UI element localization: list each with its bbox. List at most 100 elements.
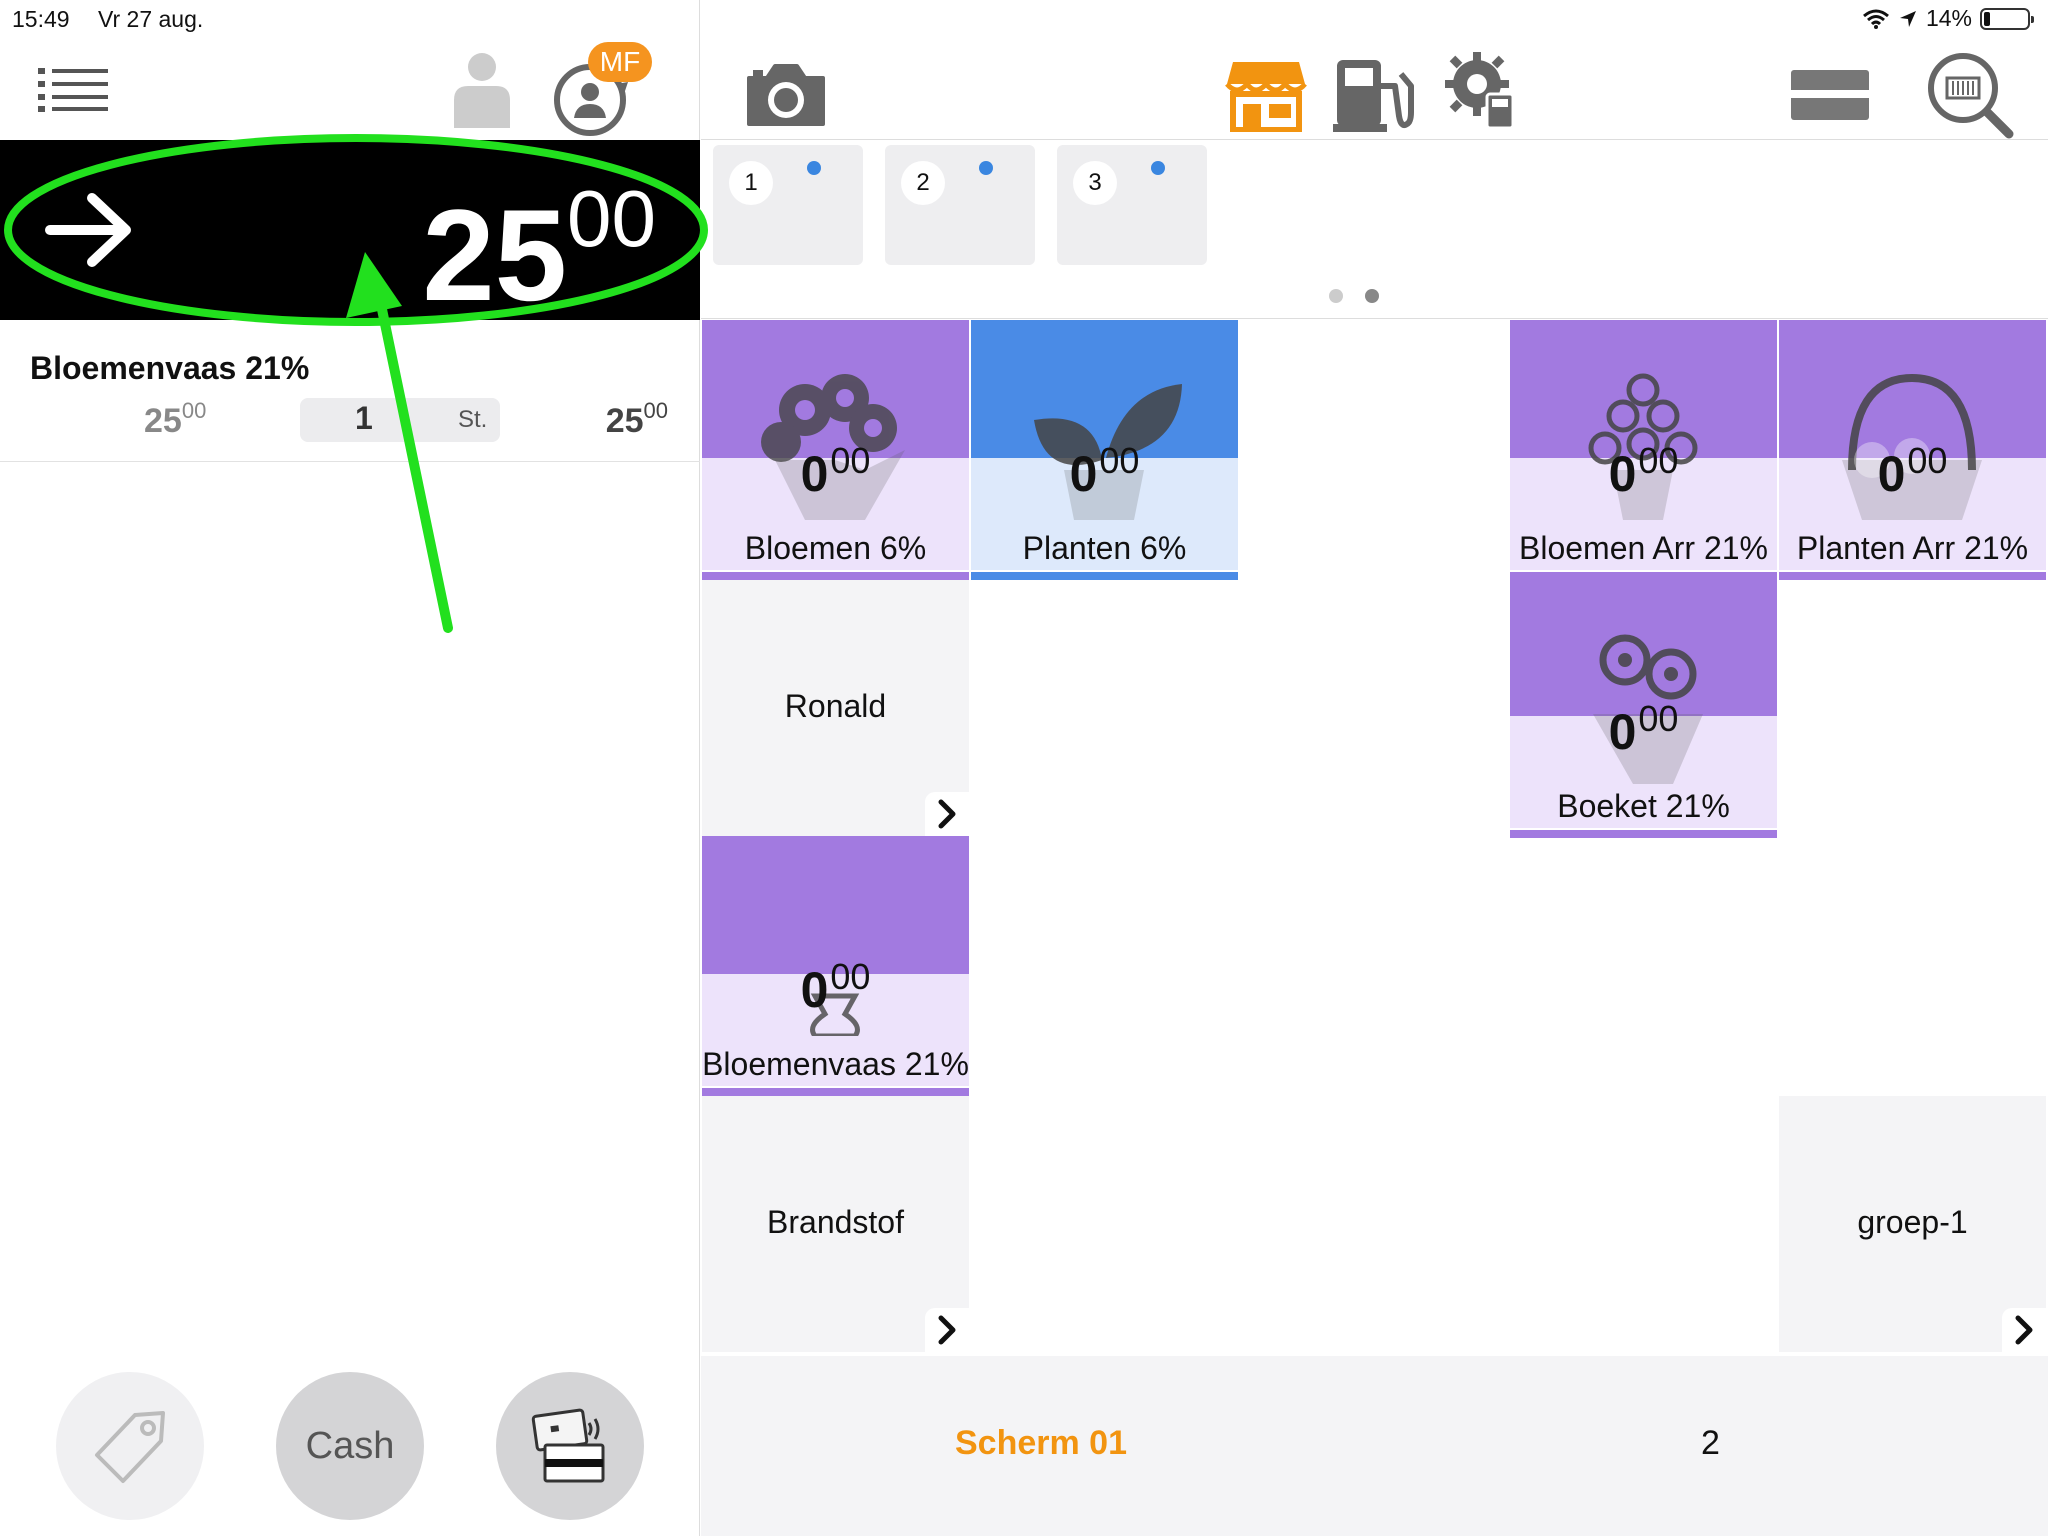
tile-bar xyxy=(1510,830,1777,838)
order-line-item[interactable]: Bloemenvaas 21% 2500 1 St. 2500 xyxy=(0,320,700,462)
total-display[interactable]: 25 00 xyxy=(0,140,700,328)
location-icon xyxy=(1899,10,1916,27)
quantity-box[interactable]: 1 St. xyxy=(300,398,500,442)
page-dot-1[interactable] xyxy=(1329,289,1343,303)
tile-bar xyxy=(702,572,969,580)
battery-percent: 14% xyxy=(1925,5,1972,31)
screen-tab-indicator xyxy=(1151,161,1165,175)
order-item-name: Bloemenvaas 21% xyxy=(30,350,310,386)
price-dec: 00 xyxy=(830,956,871,997)
order-panel: MF 25 00 Bloemenvaas 21% 2500 1 St. 2500 xyxy=(0,0,700,1536)
tile-bar xyxy=(1779,572,2046,580)
tile-label: Bloemen 6% xyxy=(744,530,927,566)
page-dot-2[interactable] xyxy=(1365,289,1379,303)
line-total-dec: 00 xyxy=(643,398,668,423)
product-tile-bloemenvaas-21[interactable]: 000 Bloemenvaas 21% xyxy=(702,836,969,1096)
tile-label: Bloemenvaas 21% xyxy=(702,1046,969,1082)
arrow-right-icon[interactable] xyxy=(44,190,134,270)
cash-label: Cash xyxy=(305,1424,395,1467)
list-menu-icon[interactable] xyxy=(38,68,110,112)
screen-tab-indicator xyxy=(979,161,993,175)
price-int: 0 xyxy=(1877,446,1906,502)
unit-price-dec: 00 xyxy=(181,398,207,423)
camera-icon[interactable] xyxy=(745,62,827,128)
tile-bar xyxy=(971,572,1238,580)
card-reader-icon[interactable] xyxy=(1789,68,1871,122)
total-decimals: 00 xyxy=(567,174,656,263)
chevron-right-icon xyxy=(2002,1308,2046,1352)
product-tile-bloemen-arr-21[interactable]: 000 Bloemen Arr 21% xyxy=(1510,320,1777,580)
chevron-right-icon xyxy=(925,792,969,836)
group-ronald[interactable]: Ronald xyxy=(702,580,969,836)
store-icon[interactable] xyxy=(1225,58,1307,132)
line-total-int: 25 xyxy=(605,402,644,440)
screen-tab-3[interactable]: 3 xyxy=(1057,145,1207,265)
battery-icon xyxy=(1980,7,2034,30)
screen-tab-number: 2 xyxy=(901,161,945,205)
order-unit: St. xyxy=(458,406,488,433)
cash-button[interactable]: Cash xyxy=(276,1372,424,1520)
group-groep-1[interactable]: groep-1 xyxy=(1779,1096,2046,1352)
order-line-total: 2500 xyxy=(606,398,668,441)
user-badge: MF xyxy=(588,42,652,82)
price-dec: 00 xyxy=(1099,440,1140,481)
price-dec: 00 xyxy=(1638,698,1679,739)
group-label: groep-1 xyxy=(1857,1204,1968,1240)
customer-icon[interactable] xyxy=(452,52,512,128)
total-integer: 25 xyxy=(422,182,568,328)
price-int: 0 xyxy=(1069,446,1098,502)
chevron-right-icon xyxy=(925,1308,969,1352)
wifi-icon xyxy=(1862,9,1889,29)
battery-level xyxy=(1984,11,1990,26)
order-quantity: 1 xyxy=(355,400,373,436)
pos-app: 15:49 Vr 27 aug. 14% MF 25 00 Bloemenvaa… xyxy=(0,0,2048,1536)
group-label: Brandstof xyxy=(767,1204,904,1240)
tile-price: 000 xyxy=(971,440,1238,503)
screen-tab-1[interactable]: 1 xyxy=(713,145,863,265)
fuel-pump-icon[interactable] xyxy=(1333,56,1415,132)
screen-button-2[interactable]: 2 xyxy=(1701,1424,1720,1463)
price-dec: 00 xyxy=(1638,440,1679,481)
tile-label: Planten 6% xyxy=(1022,530,1187,566)
tile-price: 000 xyxy=(1510,440,1777,503)
screen-tab-2[interactable]: 2 xyxy=(885,145,1035,265)
tile-price: 000 xyxy=(702,956,969,1019)
price-int: 0 xyxy=(1608,704,1637,760)
tile-price: 000 xyxy=(702,440,969,503)
card-payment-icon xyxy=(531,1408,605,1483)
screen-tab-number: 3 xyxy=(1073,161,1117,205)
screen-button-scherm-01[interactable]: Scherm 01 xyxy=(955,1424,1127,1463)
product-tile-planten-6[interactable]: 000 Planten 6% xyxy=(971,320,1238,580)
tile-label: Boeket 21% xyxy=(1557,788,1730,824)
price-dec: 00 xyxy=(1907,440,1948,481)
barcode-search-icon[interactable] xyxy=(1925,50,2015,140)
tile-bar xyxy=(702,1088,969,1096)
tag-icon xyxy=(95,1411,165,1483)
total-amount: 25 00 xyxy=(422,160,656,330)
order-unit-price: 2500 xyxy=(144,398,206,441)
screen-tabs: 1 2 3 xyxy=(701,141,2048,319)
price-dec: 00 xyxy=(830,440,871,481)
fuel-settings-icon[interactable] xyxy=(1443,50,1525,132)
order-toolbar: MF xyxy=(0,40,700,140)
switch-user-button[interactable]: MF xyxy=(550,42,660,138)
tile-label: Bloemen Arr 21% xyxy=(1518,530,1768,566)
product-tile-boeket-21[interactable]: 000 Boeket 21% xyxy=(1510,578,1777,838)
unit-price-int: 25 xyxy=(144,402,182,440)
group-brandstof[interactable]: Brandstof xyxy=(702,1096,969,1352)
main-toolbar xyxy=(701,40,2048,140)
price-int: 0 xyxy=(1608,446,1637,502)
price-int: 0 xyxy=(800,446,829,502)
price-int: 0 xyxy=(800,962,829,1018)
tile-label: Planten Arr 21% xyxy=(1796,530,2029,566)
screen-selector-footer: Scherm 01 2 xyxy=(701,1356,2048,1536)
status-right: 14% xyxy=(1862,5,2034,32)
card-payment-button[interactable] xyxy=(496,1372,644,1520)
tile-price: 000 xyxy=(1510,698,1777,761)
discount-button[interactable] xyxy=(56,1372,204,1520)
product-tile-planten-arr-21[interactable]: 000 Planten Arr 21% xyxy=(1779,320,2046,580)
screen-tab-number: 1 xyxy=(729,161,773,205)
product-tile-bloemen-6[interactable]: 000 Bloemen 6% xyxy=(702,320,969,580)
screen-tab-indicator xyxy=(807,161,821,175)
group-label: Ronald xyxy=(784,688,887,724)
